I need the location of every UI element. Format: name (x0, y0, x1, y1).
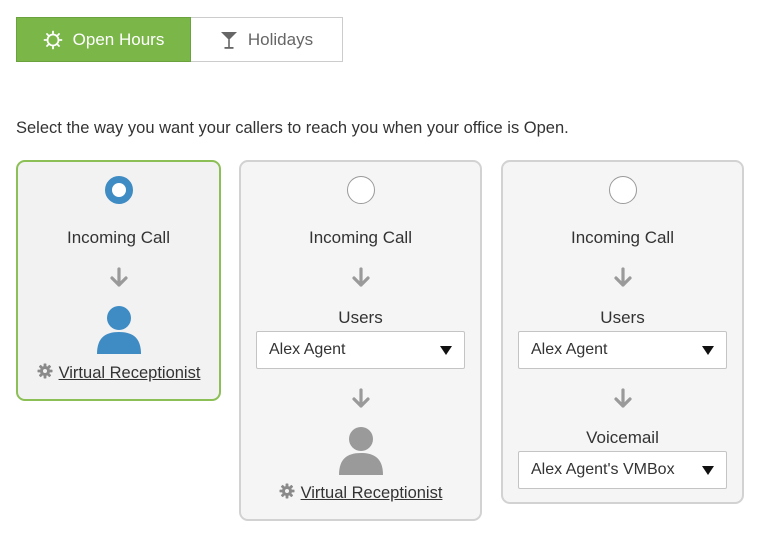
arrow-down-icon (241, 388, 480, 410)
arrow-down-icon (503, 388, 742, 410)
virtual-receptionist-link[interactable]: Virtual Receptionist (301, 484, 443, 503)
option-radio[interactable] (104, 176, 133, 204)
voicemail-label: Voicemail (586, 428, 659, 447)
tab-open-hours[interactable]: Open Hours (16, 17, 191, 62)
tab-holidays[interactable]: Holidays (191, 17, 343, 62)
voicemail-select-value: Alex Agent's VMBox (531, 461, 675, 478)
users-select-value: Alex Agent (531, 341, 608, 358)
caret-down-icon (702, 465, 714, 475)
option-radio[interactable] (346, 176, 375, 204)
sun-icon (43, 30, 63, 50)
users-label: Users (600, 308, 645, 327)
cocktail-glass-icon (220, 30, 238, 50)
caret-down-icon (440, 345, 452, 355)
voicemail-select[interactable]: Alex Agent's VMBox (518, 451, 727, 489)
option-radio[interactable] (608, 176, 637, 204)
instruction-text: Select the way you want your callers to … (16, 119, 569, 137)
users-select[interactable]: Alex Agent (518, 331, 727, 369)
user-icon (18, 305, 219, 355)
virtual-receptionist-link[interactable]: Virtual Receptionist (59, 364, 201, 383)
users-select-value: Alex Agent (269, 341, 346, 358)
option-card-users-then-voicemail[interactable]: Incoming Call Users Alex Agent Voicemail… (501, 160, 744, 504)
users-label: Users (338, 308, 383, 327)
option-card-users-then-receptionist[interactable]: Incoming Call Users Alex Agent Virtual R… (239, 160, 482, 521)
option-card-virtual-receptionist[interactable]: Incoming Call Virtual Receptionist (16, 160, 221, 401)
tab-open-hours-label: Open Hours (72, 29, 165, 49)
users-select[interactable]: Alex Agent (256, 331, 465, 369)
incoming-call-label: Incoming Call (571, 228, 674, 247)
incoming-call-label: Incoming Call (67, 228, 170, 247)
hours-tabs: Open Hours Holidays (16, 17, 343, 62)
virtual-receptionist-row: Virtual Receptionist (18, 363, 219, 384)
tab-holidays-label: Holidays (247, 29, 314, 49)
gear-icon[interactable] (279, 483, 295, 504)
gear-icon[interactable] (37, 363, 53, 384)
user-icon (241, 426, 480, 476)
virtual-receptionist-row: Virtual Receptionist (241, 483, 480, 504)
caret-down-icon (702, 345, 714, 355)
arrow-down-icon (18, 267, 219, 289)
arrow-down-icon (503, 267, 742, 289)
incoming-call-label: Incoming Call (309, 228, 412, 247)
arrow-down-icon (241, 267, 480, 289)
